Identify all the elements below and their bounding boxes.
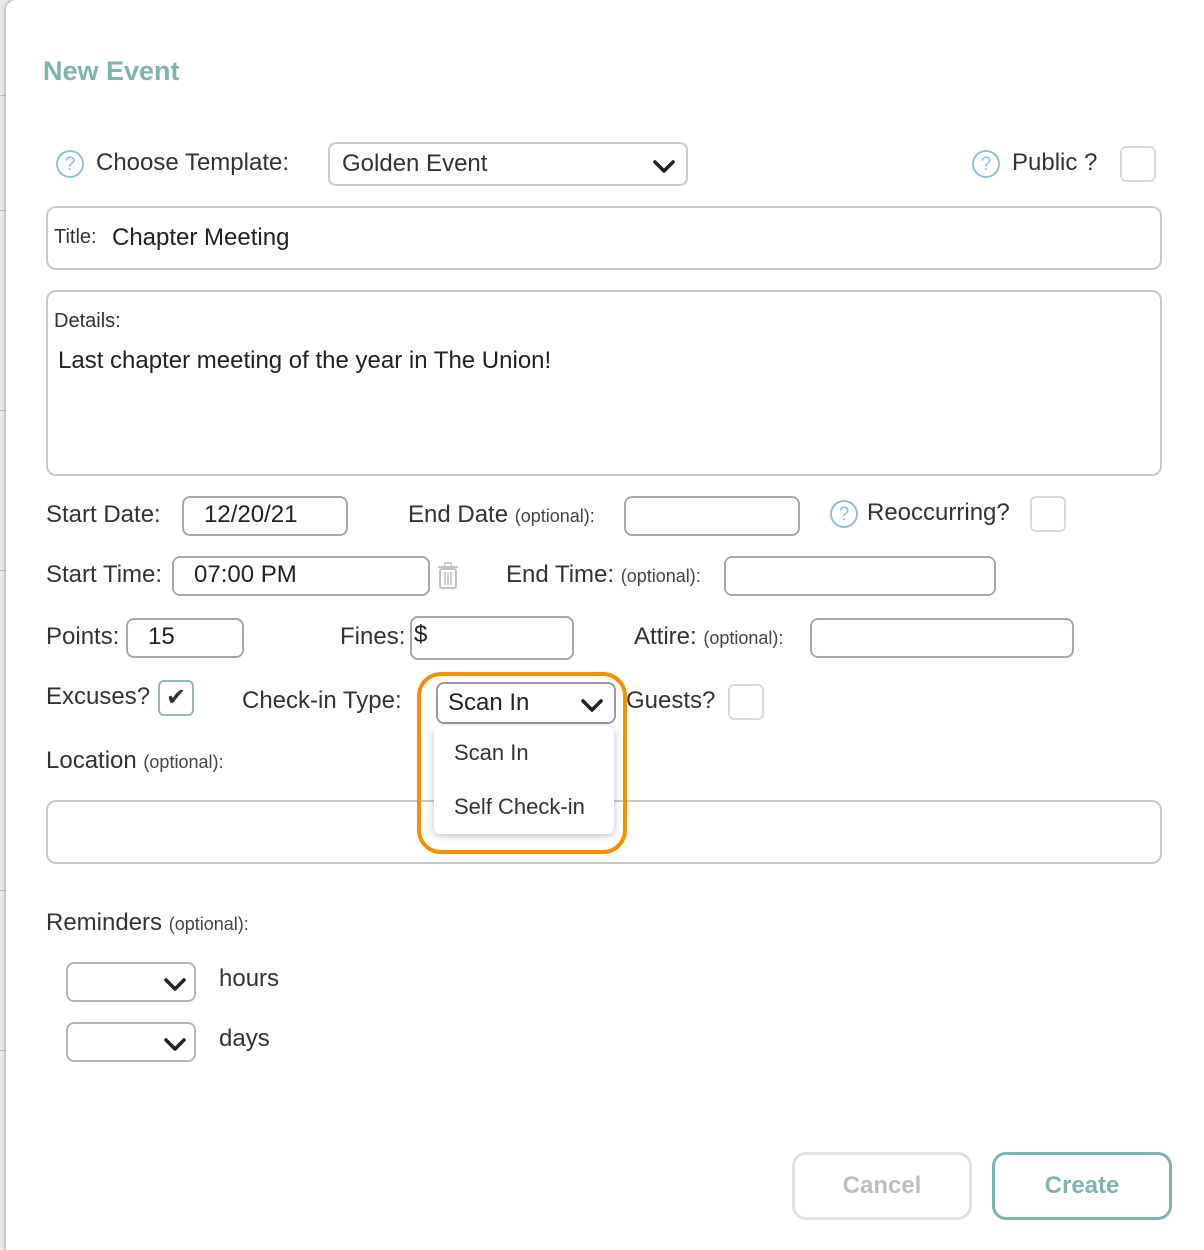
points-label: Points:: [46, 623, 120, 650]
create-button[interactable]: Create: [992, 1152, 1172, 1220]
reoccurring-help-icon[interactable]: ?: [830, 500, 858, 528]
title-value: Chapter Meeting: [112, 224, 290, 251]
start-date-label: Start Date:: [46, 501, 161, 528]
details-value: Last chapter meeting of the year in The …: [58, 347, 552, 374]
reoccurring-checkbox[interactable]: [1030, 496, 1066, 532]
reoccurring-label: Reoccurring?: [867, 499, 1010, 526]
chevron-down-icon: [653, 160, 675, 173]
days-label: days: [219, 1025, 270, 1052]
public-help-icon[interactable]: ?: [972, 150, 1000, 178]
chevron-down-icon: [164, 978, 186, 991]
reminder-days-select[interactable]: [66, 1022, 196, 1062]
details-label: Details:: [54, 310, 121, 332]
chevron-down-icon: [164, 1038, 186, 1051]
excuses-label: Excuses?: [46, 683, 151, 710]
public-label: Public ?: [1012, 149, 1098, 176]
hours-label: hours: [219, 965, 280, 992]
modal-title: New Event: [43, 56, 180, 86]
template-label: Choose Template:: [96, 149, 290, 176]
trash-icon[interactable]: [436, 562, 460, 590]
highlight-annotation: [417, 672, 627, 854]
title-field[interactable]: Title: Chapter Meeting: [46, 206, 1162, 270]
points-input[interactable]: 15: [126, 618, 244, 658]
guests-checkbox[interactable]: [728, 684, 764, 720]
end-time-input[interactable]: [724, 556, 996, 596]
fines-input[interactable]: $: [410, 616, 574, 660]
start-time-label: Start Time:: [46, 561, 163, 588]
excuses-checkbox[interactable]: ✔: [158, 680, 194, 716]
details-field[interactable]: Details: Last chapter meeting of the yea…: [46, 290, 1162, 476]
attire-label: Attire: (optional):: [634, 623, 784, 650]
template-help-icon[interactable]: ?: [56, 150, 84, 178]
checkin-type-label: Check-in Type:: [242, 687, 402, 714]
attire-input[interactable]: [810, 618, 1074, 658]
start-date-input[interactable]: 12/20/21: [182, 496, 348, 536]
new-event-modal: New Event ? Choose Template: Golden Even…: [6, 0, 1204, 1250]
end-date-label: End Date (optional):: [408, 501, 595, 528]
start-time-input[interactable]: 07:00 PM: [172, 556, 430, 596]
template-value: Golden Event: [342, 150, 488, 177]
public-checkbox[interactable]: [1120, 146, 1156, 182]
end-date-input[interactable]: [624, 496, 800, 536]
reminders-label: Reminders (optional):: [46, 909, 249, 936]
end-time-label: End Time: (optional):: [506, 561, 701, 588]
location-label: Location (optional):: [46, 747, 224, 774]
title-label: Title:: [54, 226, 97, 248]
cancel-button[interactable]: Cancel: [792, 1152, 972, 1220]
guests-label: Guests?: [626, 687, 716, 714]
reminder-hours-select[interactable]: [66, 962, 196, 1002]
template-select[interactable]: Golden Event: [328, 142, 688, 186]
fines-label: Fines:: [340, 623, 406, 650]
